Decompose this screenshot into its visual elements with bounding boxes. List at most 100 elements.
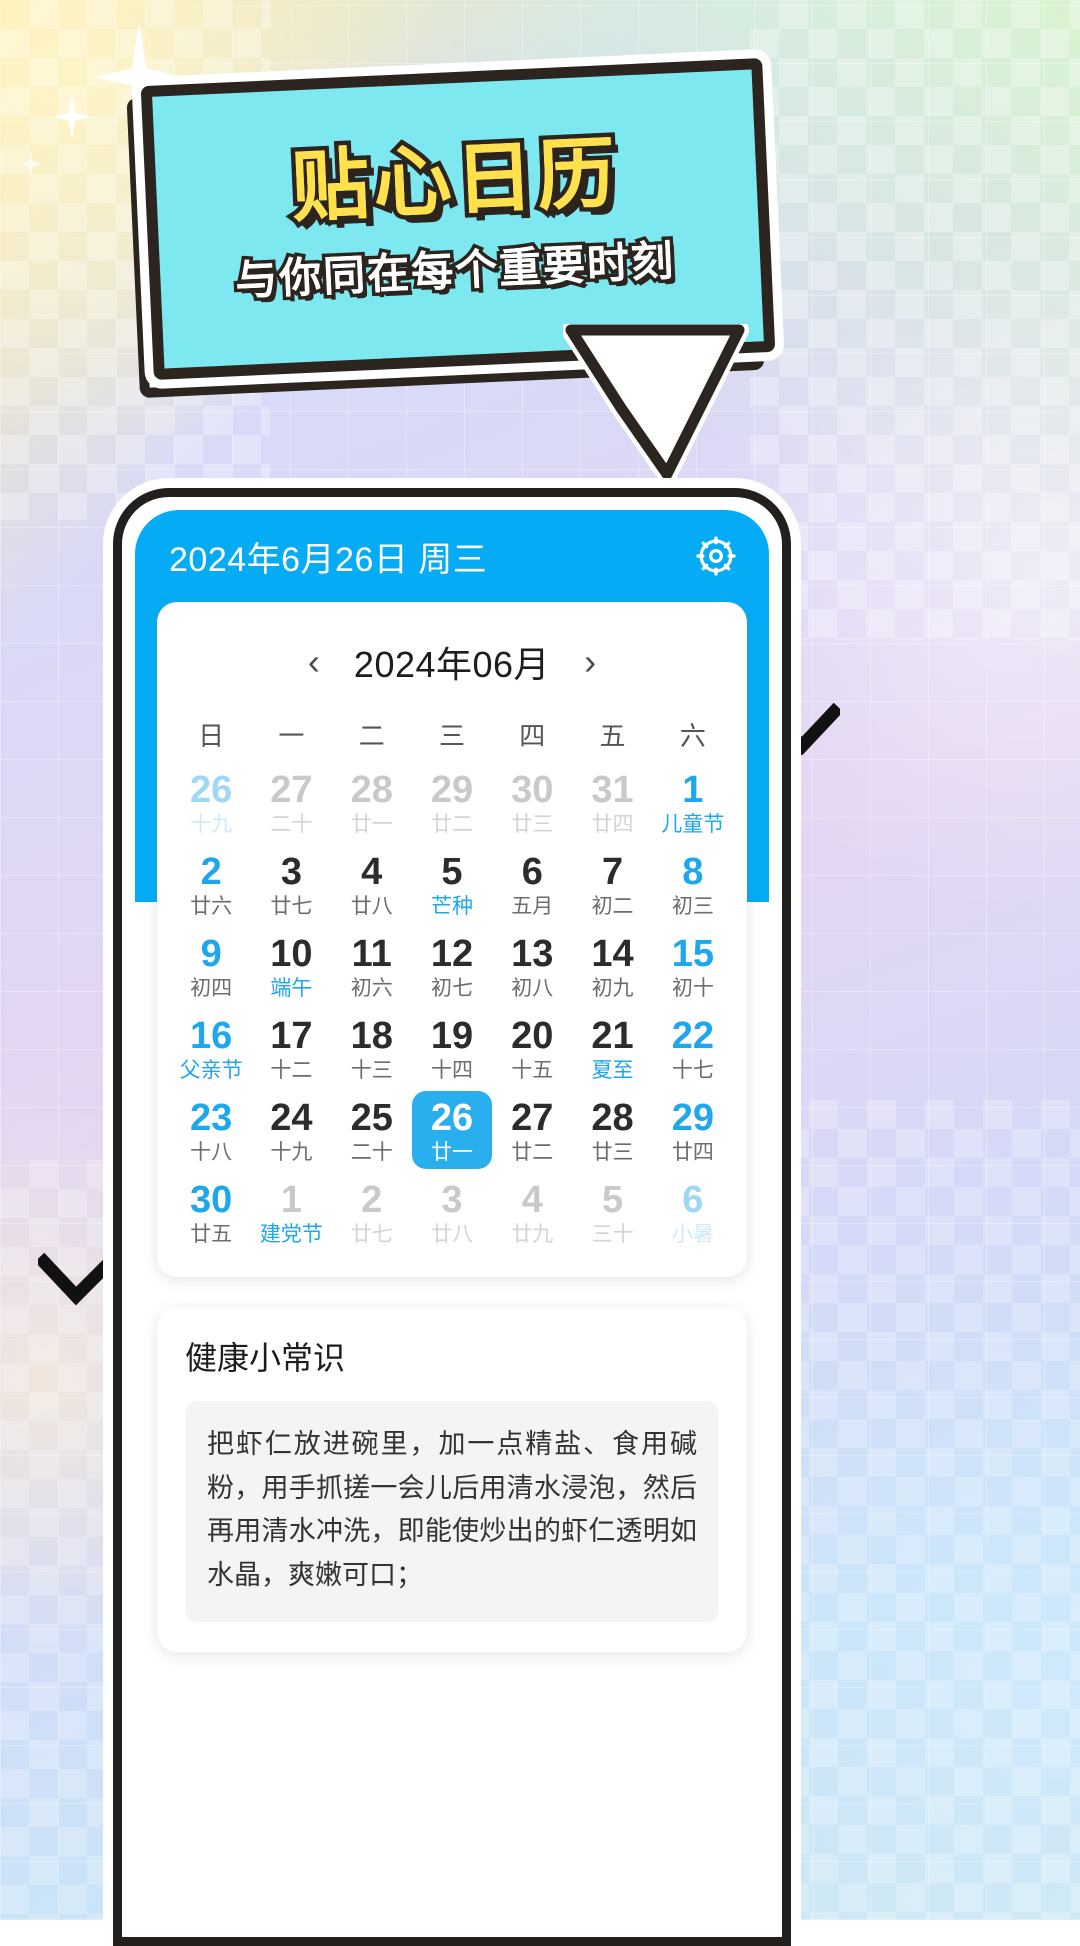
calendar-day-cell[interactable]: 27 二十 bbox=[251, 763, 331, 841]
banner-speech-tail bbox=[563, 324, 753, 484]
settings-button[interactable] bbox=[693, 533, 739, 579]
day-lunar-label: 廿七 bbox=[270, 894, 313, 918]
calendar-day-cell[interactable]: 2 廿六 bbox=[171, 845, 251, 923]
calendar-day-cell[interactable]: 16 父亲节 bbox=[171, 1009, 251, 1087]
day-number: 14 bbox=[591, 933, 634, 976]
day-number: 3 bbox=[441, 1179, 463, 1222]
calendar-day-cell[interactable]: 31 廿四 bbox=[572, 763, 652, 841]
calendar-day-cell[interactable]: 1 建党节 bbox=[251, 1173, 331, 1251]
day-lunar-label: 廿八 bbox=[430, 1222, 473, 1246]
calendar-day-cell[interactable]: 15 初十 bbox=[653, 927, 733, 1005]
day-lunar-label: 初六 bbox=[350, 976, 393, 1000]
calendar-day-cell[interactable]: 27 廿二 bbox=[492, 1091, 572, 1169]
day-number: 6 bbox=[682, 1179, 704, 1222]
day-lunar-label: 初四 bbox=[190, 976, 233, 1000]
day-lunar-label: 十九 bbox=[270, 1140, 313, 1164]
weekday-header-row: 日一二三四五六 bbox=[157, 706, 747, 759]
day-lunar-label: 十五 bbox=[511, 1058, 554, 1082]
day-number: 12 bbox=[430, 933, 474, 976]
day-lunar-label: 芒种 bbox=[430, 894, 473, 918]
day-lunar-label: 五月 bbox=[511, 894, 554, 918]
day-number: 23 bbox=[190, 1097, 233, 1140]
calendar-day-cell[interactable]: 23 十八 bbox=[171, 1091, 251, 1169]
day-number: 30 bbox=[511, 769, 554, 812]
day-lunar-label: 二十 bbox=[350, 1140, 393, 1164]
day-lunar-label: 廿九 bbox=[511, 1222, 554, 1246]
calendar-day-cell[interactable]: 26 廿一 bbox=[411, 1091, 493, 1169]
calendar-day-cell[interactable]: 21 夏至 bbox=[572, 1009, 652, 1087]
prev-month-button[interactable]: ‹ bbox=[308, 644, 320, 680]
day-lunar-label: 廿一 bbox=[430, 1140, 473, 1164]
day-lunar-label: 二十 bbox=[270, 812, 313, 836]
day-lunar-label: 初九 bbox=[591, 976, 634, 1000]
calendar-day-cell[interactable]: 24 十九 bbox=[251, 1091, 331, 1169]
day-lunar-label: 廿四 bbox=[671, 1140, 714, 1164]
day-lunar-label: 十二 bbox=[270, 1058, 313, 1082]
calendar-day-cell[interactable]: 5 芒种 bbox=[412, 845, 492, 923]
day-number: 8 bbox=[682, 851, 704, 894]
calendar-day-cell[interactable]: 17 十二 bbox=[251, 1009, 331, 1087]
weekday-label-3: 三 bbox=[438, 721, 465, 751]
poster-title-fill: 贴心日历 bbox=[289, 128, 622, 234]
day-lunar-label: 十四 bbox=[430, 1058, 473, 1082]
day-number: 7 bbox=[601, 851, 624, 894]
calendar-day-grid[interactable]: 26 十九 27 二十 28 廿一 29 廿二 30 廿三 31 廿四 1 儿童节 2 廿六 3 廿七 4 廿八 5 芒种… bbox=[157, 759, 747, 1251]
day-lunar-label: 廿四 bbox=[591, 812, 634, 836]
day-number: 16 bbox=[190, 1015, 233, 1058]
day-lunar-label: 廿六 bbox=[190, 894, 233, 918]
day-lunar-label: 初三 bbox=[671, 894, 714, 918]
calendar-day-cell[interactable]: 25 二十 bbox=[332, 1091, 412, 1169]
calendar-day-cell[interactable]: 28 廿一 bbox=[332, 763, 412, 841]
weekday-label-2: 二 bbox=[358, 721, 385, 751]
calendar-day-cell[interactable]: 20 十五 bbox=[492, 1009, 572, 1087]
day-number: 5 bbox=[441, 851, 463, 894]
calendar-day-cell[interactable]: 3 廿七 bbox=[251, 845, 331, 923]
calendar-day-cell[interactable]: 4 廿九 bbox=[492, 1173, 572, 1251]
day-number: 9 bbox=[200, 933, 222, 976]
calendar-day-cell[interactable]: 30 廿三 bbox=[492, 763, 572, 841]
calendar-day-cell[interactable]: 14 初九 bbox=[572, 927, 652, 1005]
calendar-day-cell[interactable]: 3 廿八 bbox=[412, 1173, 492, 1251]
current-date-label: 2024年6月26日 周三 bbox=[169, 540, 488, 579]
calendar-day-cell[interactable]: 10 端午 bbox=[251, 927, 331, 1005]
calendar-day-cell[interactable]: 6 五月 bbox=[492, 845, 572, 923]
day-lunar-label: 初七 bbox=[430, 976, 473, 1000]
calendar-day-cell[interactable]: 11 初六 bbox=[332, 927, 412, 1005]
app-header: 2024年6月26日 周三 bbox=[135, 510, 769, 602]
weekday-label-6: 六 bbox=[679, 721, 706, 751]
calendar-day-cell[interactable]: 13 初八 bbox=[492, 927, 572, 1005]
calendar-day-cell[interactable]: 19 十四 bbox=[412, 1009, 492, 1087]
calendar-day-cell[interactable]: 12 初七 bbox=[412, 927, 492, 1005]
calendar-day-cell[interactable]: 4 廿八 bbox=[332, 845, 412, 923]
day-number: 1 bbox=[682, 769, 704, 812]
calendar-day-cell[interactable]: 28 廿三 bbox=[572, 1091, 652, 1169]
calendar-day-cell[interactable]: 2 廿七 bbox=[332, 1173, 412, 1251]
calendar-day-cell[interactable]: 26 十九 bbox=[171, 763, 251, 841]
calendar-day-cell[interactable]: 8 初三 bbox=[653, 845, 733, 923]
calendar-day-cell[interactable]: 5 三十 bbox=[572, 1173, 652, 1251]
calendar-day-cell[interactable]: 22 十七 bbox=[653, 1009, 733, 1087]
calendar-day-cell[interactable]: 18 十三 bbox=[332, 1009, 412, 1087]
next-month-button[interactable]: › bbox=[584, 644, 596, 680]
calendar-day-cell[interactable]: 30 廿五 bbox=[171, 1173, 251, 1251]
day-lunar-label: 初十 bbox=[671, 976, 714, 1000]
calendar-day-cell[interactable]: 29 廿二 bbox=[412, 763, 492, 841]
day-lunar-label: 廿八 bbox=[350, 894, 393, 918]
calendar-day-cell[interactable]: 9 初四 bbox=[171, 927, 251, 1005]
health-tip-body: 把虾仁放进碗里，加一点精盐、食用碱粉，用手抓搓一会儿后用清水浸泡，然后再用清水冲… bbox=[185, 1401, 719, 1622]
day-number: 6 bbox=[521, 851, 543, 894]
poster-title: 贴心日历 贴心日历 bbox=[223, 108, 688, 241]
day-number: 31 bbox=[591, 769, 634, 812]
calendar-card: ‹ 2024年06月 › 日一二三四五六 26 十九 27 二十 28 廿一 29 廿二 30 廿… bbox=[157, 602, 747, 1277]
calendar-day-cell[interactable]: 29 廿四 bbox=[653, 1091, 733, 1169]
calendar-day-cell[interactable]: 1 儿童节 bbox=[653, 763, 733, 841]
calendar-day-cell[interactable]: 6 小暑 bbox=[653, 1173, 733, 1251]
day-number: 28 bbox=[591, 1097, 634, 1140]
calendar-day-cell[interactable]: 7 初二 bbox=[572, 845, 652, 923]
day-number: 3 bbox=[280, 851, 302, 894]
day-number: 18 bbox=[350, 1015, 393, 1058]
poster-banner: 贴心日历 贴心日历 与你同在每个重要时刻 与你同在每个重要时刻 bbox=[125, 58, 776, 484]
day-lunar-label: 端午 bbox=[270, 976, 313, 1000]
day-number: 27 bbox=[270, 769, 313, 812]
day-number: 26 bbox=[190, 769, 233, 812]
